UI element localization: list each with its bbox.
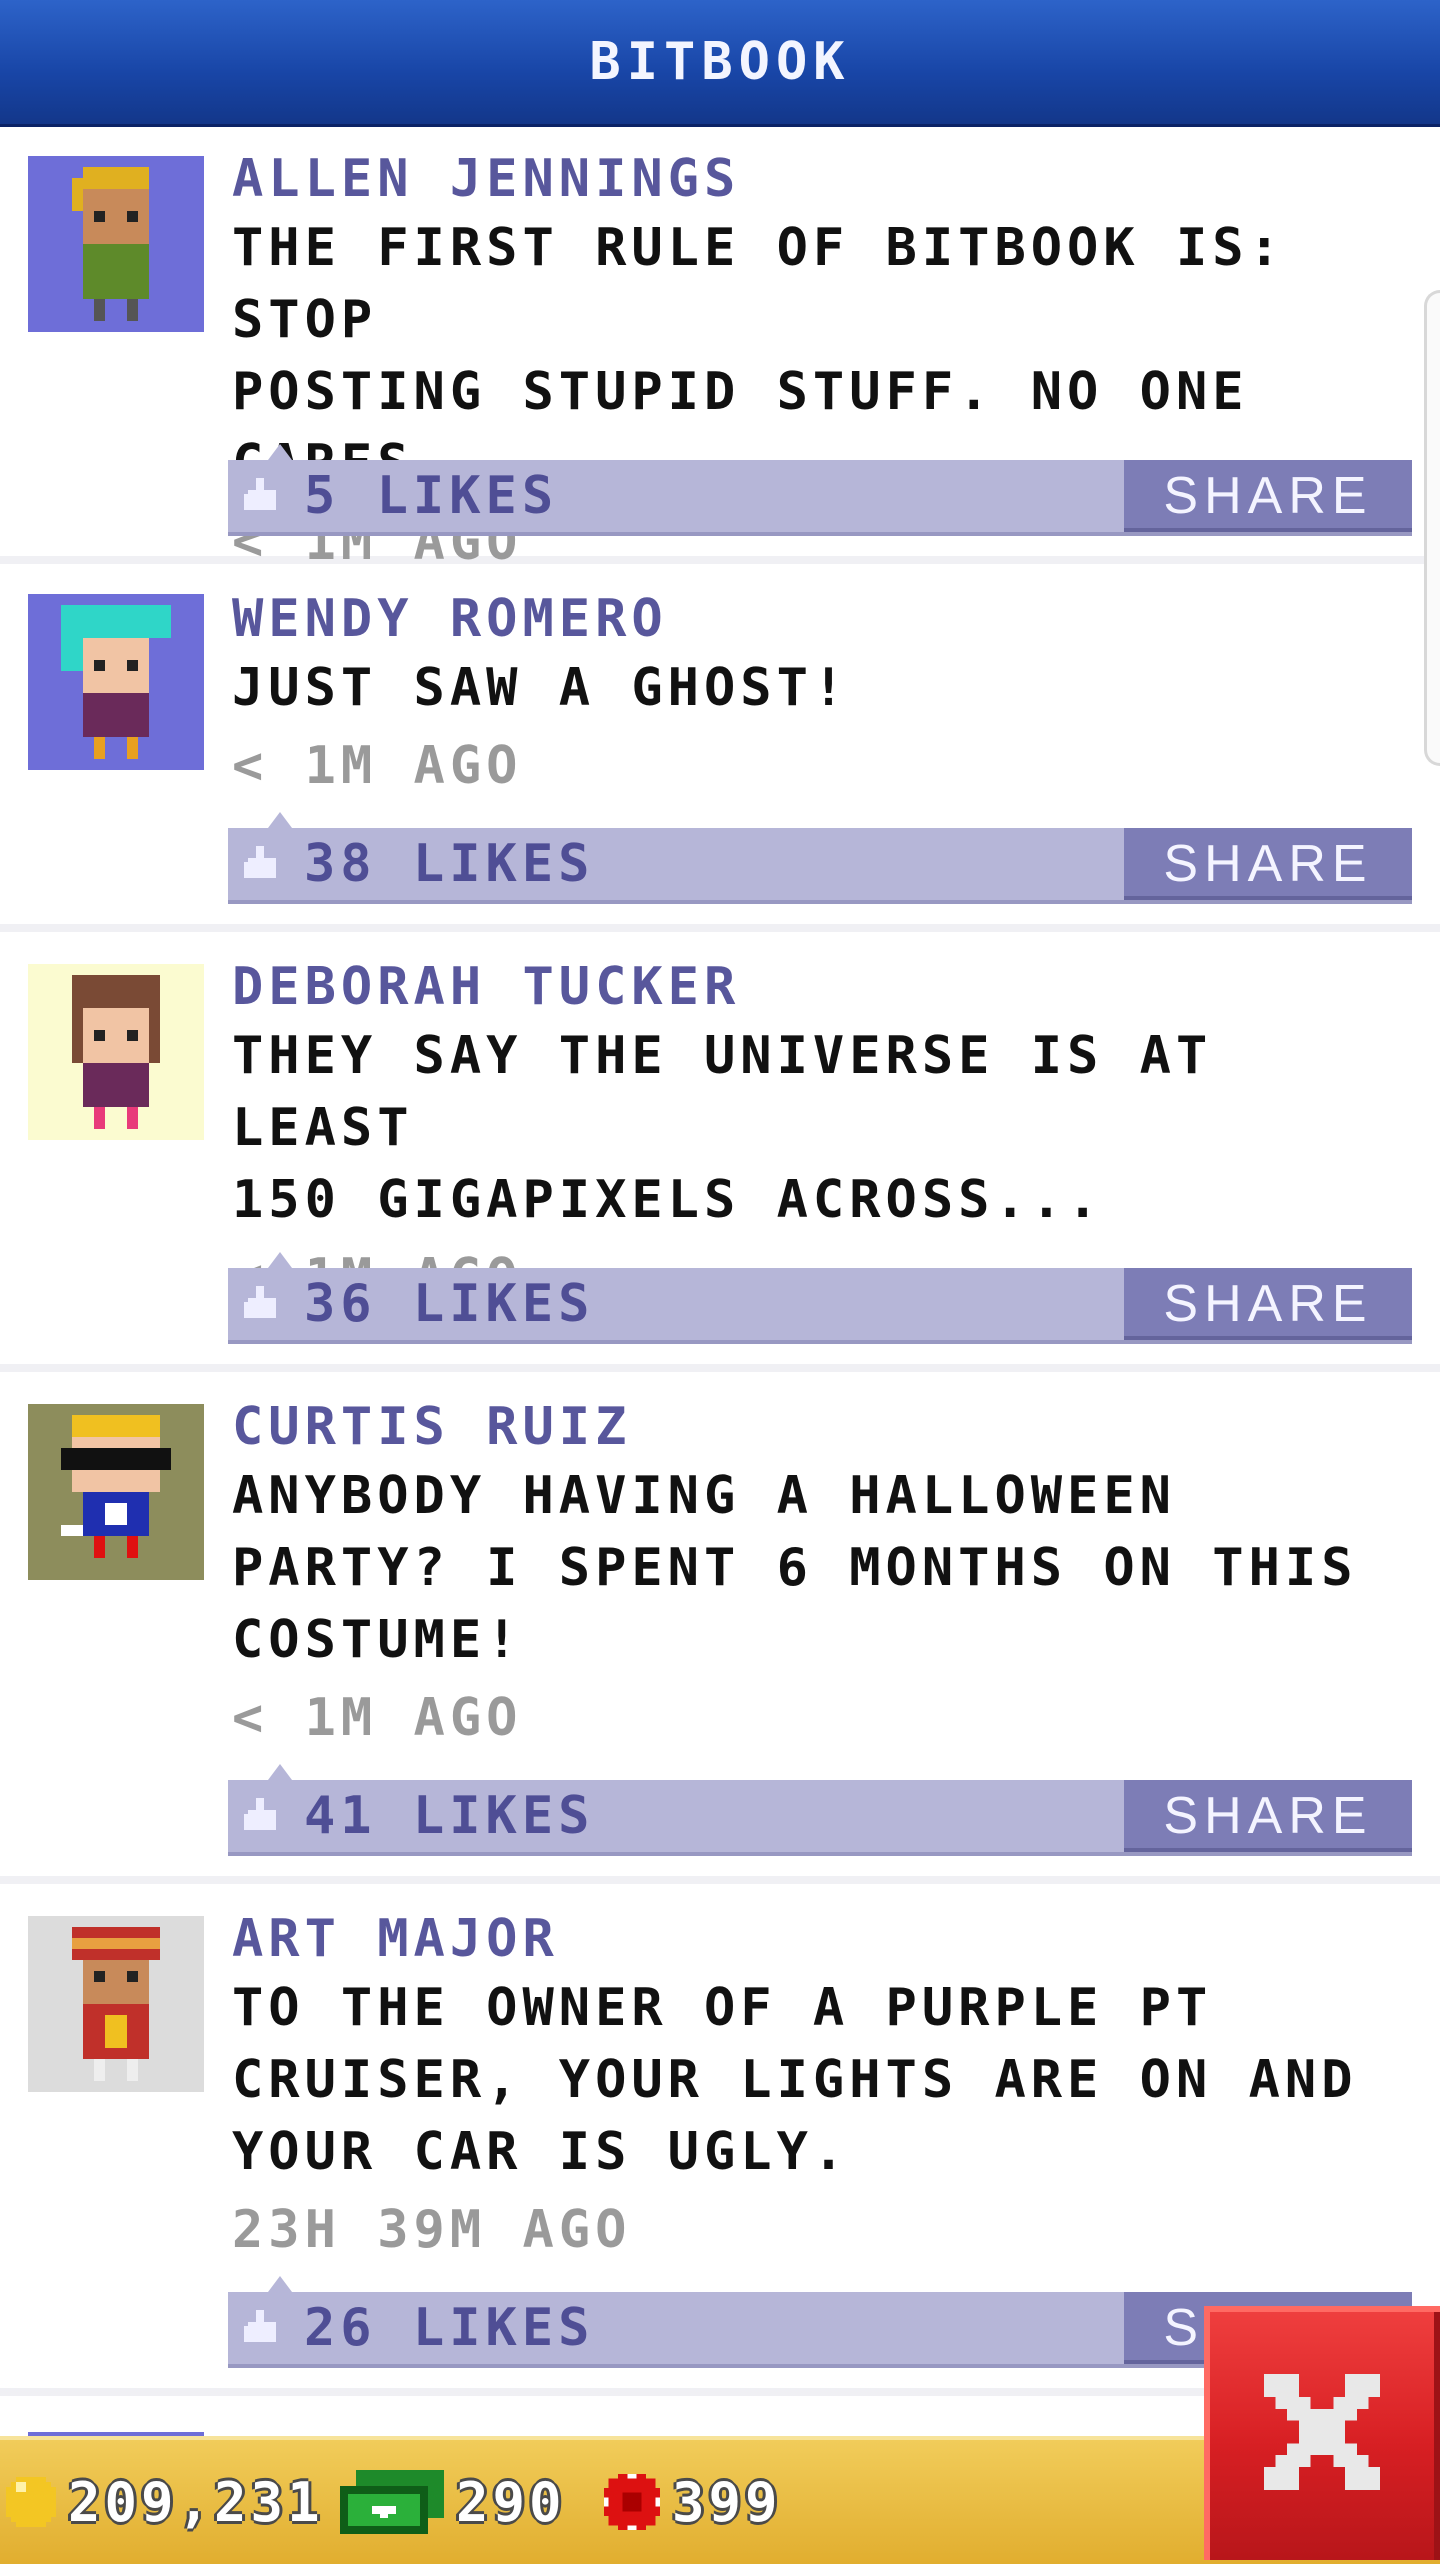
avatar[interactable]	[28, 594, 204, 770]
like-bar-notch	[268, 2276, 292, 2292]
like-bar-notch	[268, 1764, 292, 1780]
share-button[interactable]: SHARE	[1124, 828, 1412, 900]
like-count: 5 LIKES	[304, 466, 559, 526]
post-text: THE FIRST RULE OF BITBOOK IS: STOP POSTI…	[232, 218, 1285, 494]
bitizen-avatar-icon	[28, 156, 204, 332]
coins-stat: 209,231	[6, 2440, 324, 2564]
thumbs-up-icon[interactable]	[244, 1798, 280, 1834]
scrollbar[interactable]	[1424, 290, 1440, 766]
like-bar-notch	[268, 812, 292, 828]
bitizen-avatar-icon	[28, 1404, 204, 1580]
like-bar[interactable]: 5 LIKES SHARE	[228, 444, 1412, 536]
feed-post: DEBORAH TUCKER THEY SAY THE UNIVERSE IS …	[0, 932, 1440, 1372]
post-body: DEBORAH TUCKER THEY SAY THE UNIVERSE IS …	[232, 954, 1420, 1314]
bitizen-avatar-icon	[28, 1916, 204, 2092]
tokens-value: 399	[672, 2470, 782, 2534]
post-time: < 1M AGO	[232, 1688, 523, 1748]
bitizen-avatar-icon	[28, 594, 204, 770]
share-button[interactable]: SHARE	[1124, 1780, 1412, 1852]
post-time: 23H 39M AGO	[232, 2200, 632, 2260]
token-icon	[604, 2474, 660, 2530]
like-bar[interactable]: 38 LIKES SHARE	[228, 812, 1412, 904]
avatar[interactable]	[28, 964, 204, 1140]
like-bar-notch	[268, 1252, 292, 1268]
coin-icon	[6, 2477, 56, 2527]
bux-value: 290	[456, 2470, 566, 2534]
post-time: < 1M AGO	[232, 736, 523, 796]
share-button[interactable]: SHARE	[1124, 460, 1412, 532]
close-icon	[1264, 2373, 1380, 2493]
like-bar[interactable]: 36 LIKES SHARE	[228, 1252, 1412, 1344]
post-body: ART MAJOR TO THE OWNER OF A PURPLE PT CR…	[232, 1906, 1420, 2266]
coins-value: 209,231	[68, 2470, 324, 2534]
avatar[interactable]	[28, 156, 204, 332]
post-text: JUST SAW A GHOST!	[232, 658, 850, 718]
page-title: BITBOOK	[589, 32, 851, 92]
bux-icon	[340, 2470, 444, 2534]
thumbs-up-icon[interactable]	[244, 1286, 280, 1322]
post-author[interactable]: ALLEN JENNINGS	[232, 146, 1420, 212]
share-button[interactable]: SHARE	[1124, 1268, 1412, 1340]
feed-post: ALLEN JENNINGS THE FIRST RULE OF BITBOOK…	[0, 124, 1440, 572]
feed-post: CURTIS RUIZ ANYBODY HAVING A HALLOWEEN P…	[0, 1372, 1440, 1884]
bitizen-avatar-icon	[28, 964, 204, 1140]
tokens-stat: 399	[604, 2440, 782, 2564]
post-body: WENDY ROMERO JUST SAW A GHOST! < 1M AGO	[232, 586, 1420, 802]
avatar[interactable]	[28, 1404, 204, 1580]
like-bar-notch	[268, 444, 292, 460]
like-count: 38 LIKES	[304, 834, 595, 894]
post-author[interactable]: DEBORAH TUCKER	[232, 954, 1420, 1020]
like-count: 36 LIKES	[304, 1274, 595, 1334]
post-text: ANYBODY HAVING A HALLOWEEN PARTY? I SPEN…	[232, 1466, 1358, 1670]
post-author[interactable]: CURTIS RUIZ	[232, 1394, 1420, 1460]
thumbs-up-icon[interactable]	[244, 2310, 280, 2346]
like-count: 41 LIKES	[304, 1786, 595, 1846]
post-text: TO THE OWNER OF A PURPLE PT CRUISER, YOU…	[232, 1978, 1358, 2182]
app-header: BITBOOK	[0, 0, 1440, 124]
like-bar[interactable]: 41 LIKES SHARE	[228, 1764, 1412, 1856]
thumbs-up-icon[interactable]	[244, 478, 280, 514]
post-body: CURTIS RUIZ ANYBODY HAVING A HALLOWEEN P…	[232, 1394, 1420, 1754]
post-text: THEY SAY THE UNIVERSE IS AT LEAST 150 GI…	[232, 1026, 1213, 1230]
thumbs-up-icon[interactable]	[244, 846, 280, 882]
bux-stat: 290	[340, 2440, 566, 2564]
post-author[interactable]: WENDY ROMERO	[232, 586, 1420, 652]
close-button[interactable]	[1204, 2306, 1440, 2560]
post-author[interactable]: ART MAJOR	[232, 1906, 1420, 1972]
post-feed[interactable]: ALLEN JENNINGS THE FIRST RULE OF BITBOOK…	[0, 124, 1440, 2476]
feed-post: WENDY ROMERO JUST SAW A GHOST! < 1M AGO …	[0, 564, 1440, 932]
avatar[interactable]	[28, 1916, 204, 2092]
like-count: 26 LIKES	[304, 2298, 595, 2358]
